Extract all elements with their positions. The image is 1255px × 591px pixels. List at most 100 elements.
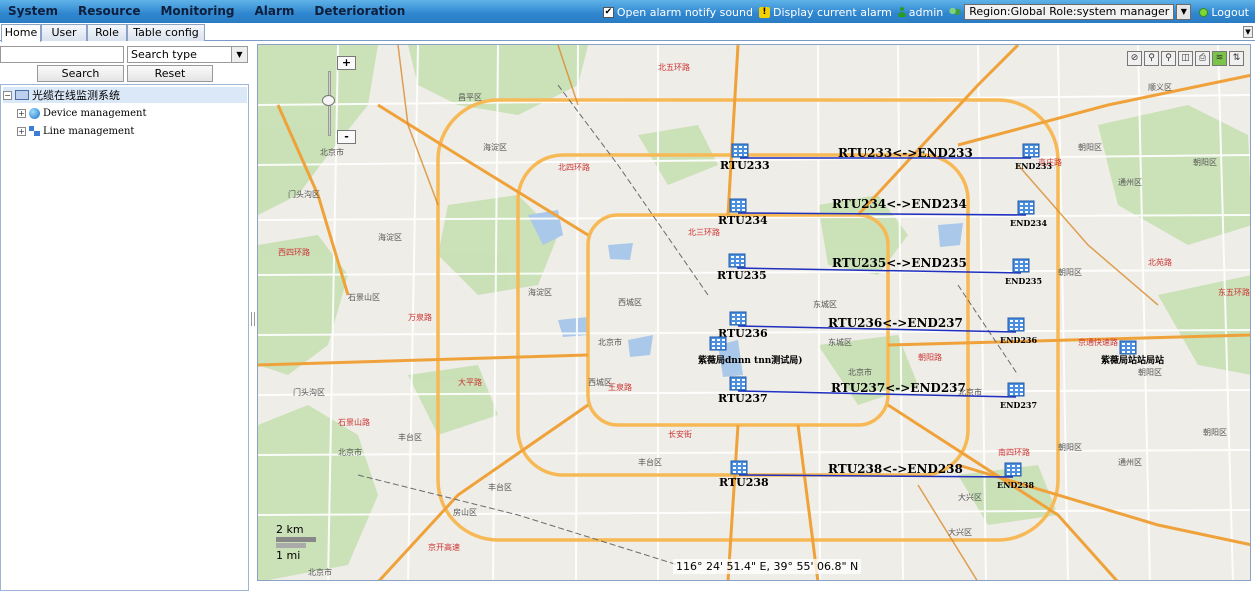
fiber-link-label[interactable]: RTU236<->END237: [828, 316, 963, 330]
place-label: 房山区: [453, 507, 477, 517]
tree-item-line-management[interactable]: + Line management: [17, 123, 134, 139]
full-extent-icon[interactable]: ◫: [1178, 51, 1193, 66]
zoom-out-box-icon[interactable]: ⚲: [1161, 51, 1176, 66]
place-label: 海淀区: [528, 287, 552, 297]
place-label: 东城区: [828, 337, 852, 347]
alarm-sound-option[interactable]: ✔ Open alarm notify sound: [602, 5, 753, 19]
map-canvas[interactable]: 北京市海淀区门头沟区石景山区西城区 东城区朝阳区丰台区大兴区通州区顺义区昌平区房山…: [258, 45, 1251, 581]
place-label: 北京市: [848, 367, 872, 377]
menu-monitoring[interactable]: Monitoring: [160, 4, 234, 18]
rtu-station-icon[interactable]: [729, 376, 747, 391]
search-input[interactable]: [0, 46, 124, 63]
tab-bar: Home User Role Table config ▼: [0, 23, 1255, 42]
fiber-link-label[interactable]: RTU235<->END235: [832, 256, 967, 270]
end-label: END238: [997, 480, 1034, 490]
sort-icon[interactable]: ⇅: [1229, 51, 1244, 66]
fiber-link-label[interactable]: RTU234<->END234: [832, 197, 967, 211]
user-info: admin: [897, 6, 943, 19]
menu-resource[interactable]: Resource: [78, 4, 140, 18]
end-station-icon[interactable]: [1017, 200, 1035, 215]
menu-alarm[interactable]: Alarm: [254, 4, 294, 18]
rtu-station-icon[interactable]: [730, 460, 748, 475]
panel-splitter[interactable]: [251, 312, 255, 326]
tree-root[interactable]: − 光缆在线监测系统: [3, 87, 247, 103]
road-label: 京通快速路: [1078, 337, 1118, 347]
reset-button[interactable]: Reset: [127, 65, 213, 82]
tab-table-config[interactable]: Table config: [127, 24, 205, 41]
rtu-station-icon[interactable]: [728, 253, 746, 268]
search-button[interactable]: Search: [37, 65, 124, 82]
expand-icon[interactable]: +: [17, 108, 26, 118]
logout-link[interactable]: Logout: [1199, 6, 1249, 19]
top-right-controls: ✔ Open alarm notify sound ! Display curr…: [602, 2, 1255, 22]
fiber-link-label[interactable]: RTU238<->END238: [828, 462, 963, 476]
end-station-icon[interactable]: [1007, 382, 1025, 397]
station-icon[interactable]: [1119, 340, 1137, 355]
zoom-box-icon[interactable]: ⚲: [1144, 51, 1159, 66]
layers-icon[interactable]: ≋: [1212, 51, 1227, 66]
road-label: 长安街: [668, 429, 692, 439]
station-icon[interactable]: [709, 336, 727, 351]
zoom-slider-handle[interactable]: [322, 95, 335, 106]
rtu-station-icon[interactable]: [731, 143, 749, 158]
search-type-select[interactable]: Search type ▼: [127, 46, 248, 63]
tab-user[interactable]: User: [41, 24, 87, 41]
pan-icon[interactable]: ⊘: [1127, 51, 1142, 66]
place-label: 西城区: [618, 298, 642, 307]
zoom-in-button[interactable]: +: [337, 56, 356, 70]
fiber-link-label[interactable]: RTU233<->END233: [838, 146, 973, 160]
place-label: 门头沟区: [288, 189, 320, 199]
rtu-station-icon[interactable]: [729, 311, 747, 326]
end-label: END234: [1010, 218, 1047, 228]
region-role-select[interactable]: Region:Global Role:system manager: [964, 4, 1175, 20]
fiber-link-label[interactable]: RTU237<->END237: [831, 381, 966, 395]
rtu-label: RTU233: [720, 159, 770, 172]
end-station-icon[interactable]: [1004, 462, 1022, 477]
map-view[interactable]: 北京市 海淀区 门头沟区 石景山区 西城区 东城区 朝阳区 丰台区 大兴区 通州区 顺义区 昌平区 房山…: [257, 44, 1251, 581]
display-alarm-label: Display current alarm: [772, 5, 892, 19]
menu-system[interactable]: System: [8, 4, 58, 18]
place-label: 朝阳区: [1138, 368, 1162, 377]
place-label: 北京市: [320, 147, 344, 157]
end-station-icon[interactable]: [1012, 258, 1030, 273]
menu-deterioration[interactable]: Deterioration: [314, 4, 405, 18]
line-icon: [29, 126, 40, 136]
logout-label: Logout: [1211, 5, 1249, 19]
scale-km: 2 km: [276, 523, 304, 536]
tab-home[interactable]: Home: [1, 24, 41, 42]
print-icon[interactable]: ⎙: [1195, 51, 1210, 66]
chevron-down-icon[interactable]: ▼: [1176, 4, 1192, 20]
end-station-icon[interactable]: [1022, 143, 1040, 158]
rtu-label: RTU235: [717, 269, 767, 282]
place-label: 北京市: [338, 447, 362, 457]
device-tree-panel: − 光缆在线监测系统 + Device management + Line ma…: [0, 84, 249, 591]
place-label: 通州区: [1118, 457, 1142, 467]
place-label: 昌平区: [458, 93, 482, 102]
place-label: 海淀区: [378, 232, 402, 242]
station-label: 紫薇局dnnn tnn测试局): [698, 354, 803, 366]
place-label: 通州区: [1118, 177, 1142, 187]
place-label: 东城区: [813, 299, 837, 309]
tab-role[interactable]: Role: [87, 24, 127, 41]
end-station-icon[interactable]: [1007, 317, 1025, 332]
chevron-down-icon[interactable]: ▼: [231, 47, 247, 62]
tab-list-dropdown[interactable]: ▼: [1243, 26, 1253, 38]
collapse-icon[interactable]: −: [3, 90, 12, 100]
map-toolbar: ⊘ ⚲ ⚲ ◫ ⎙ ≋ ⇅: [1125, 51, 1244, 66]
place-label: 海淀区: [483, 142, 507, 152]
expand-icon[interactable]: +: [17, 126, 26, 136]
place-label: 丰台区: [488, 482, 512, 492]
alarm-sound-label: Open alarm notify sound: [616, 5, 753, 19]
display-alarm-option[interactable]: ! Display current alarm: [758, 5, 892, 19]
tree-root-label: 光缆在线监测系统: [32, 89, 120, 102]
rtu-station-icon[interactable]: [729, 198, 747, 213]
tree-item-device-management[interactable]: + Device management: [17, 105, 147, 121]
user-icon: [897, 7, 906, 17]
tree-item-label: Device management: [43, 107, 147, 119]
rtu-label: RTU234: [718, 214, 768, 227]
alarm-sound-checkbox[interactable]: ✔: [602, 6, 614, 18]
search-type-label: Search type: [131, 48, 197, 61]
end-label: END235: [1005, 276, 1042, 286]
group-icon: [949, 7, 962, 17]
zoom-out-button[interactable]: -: [337, 130, 356, 144]
